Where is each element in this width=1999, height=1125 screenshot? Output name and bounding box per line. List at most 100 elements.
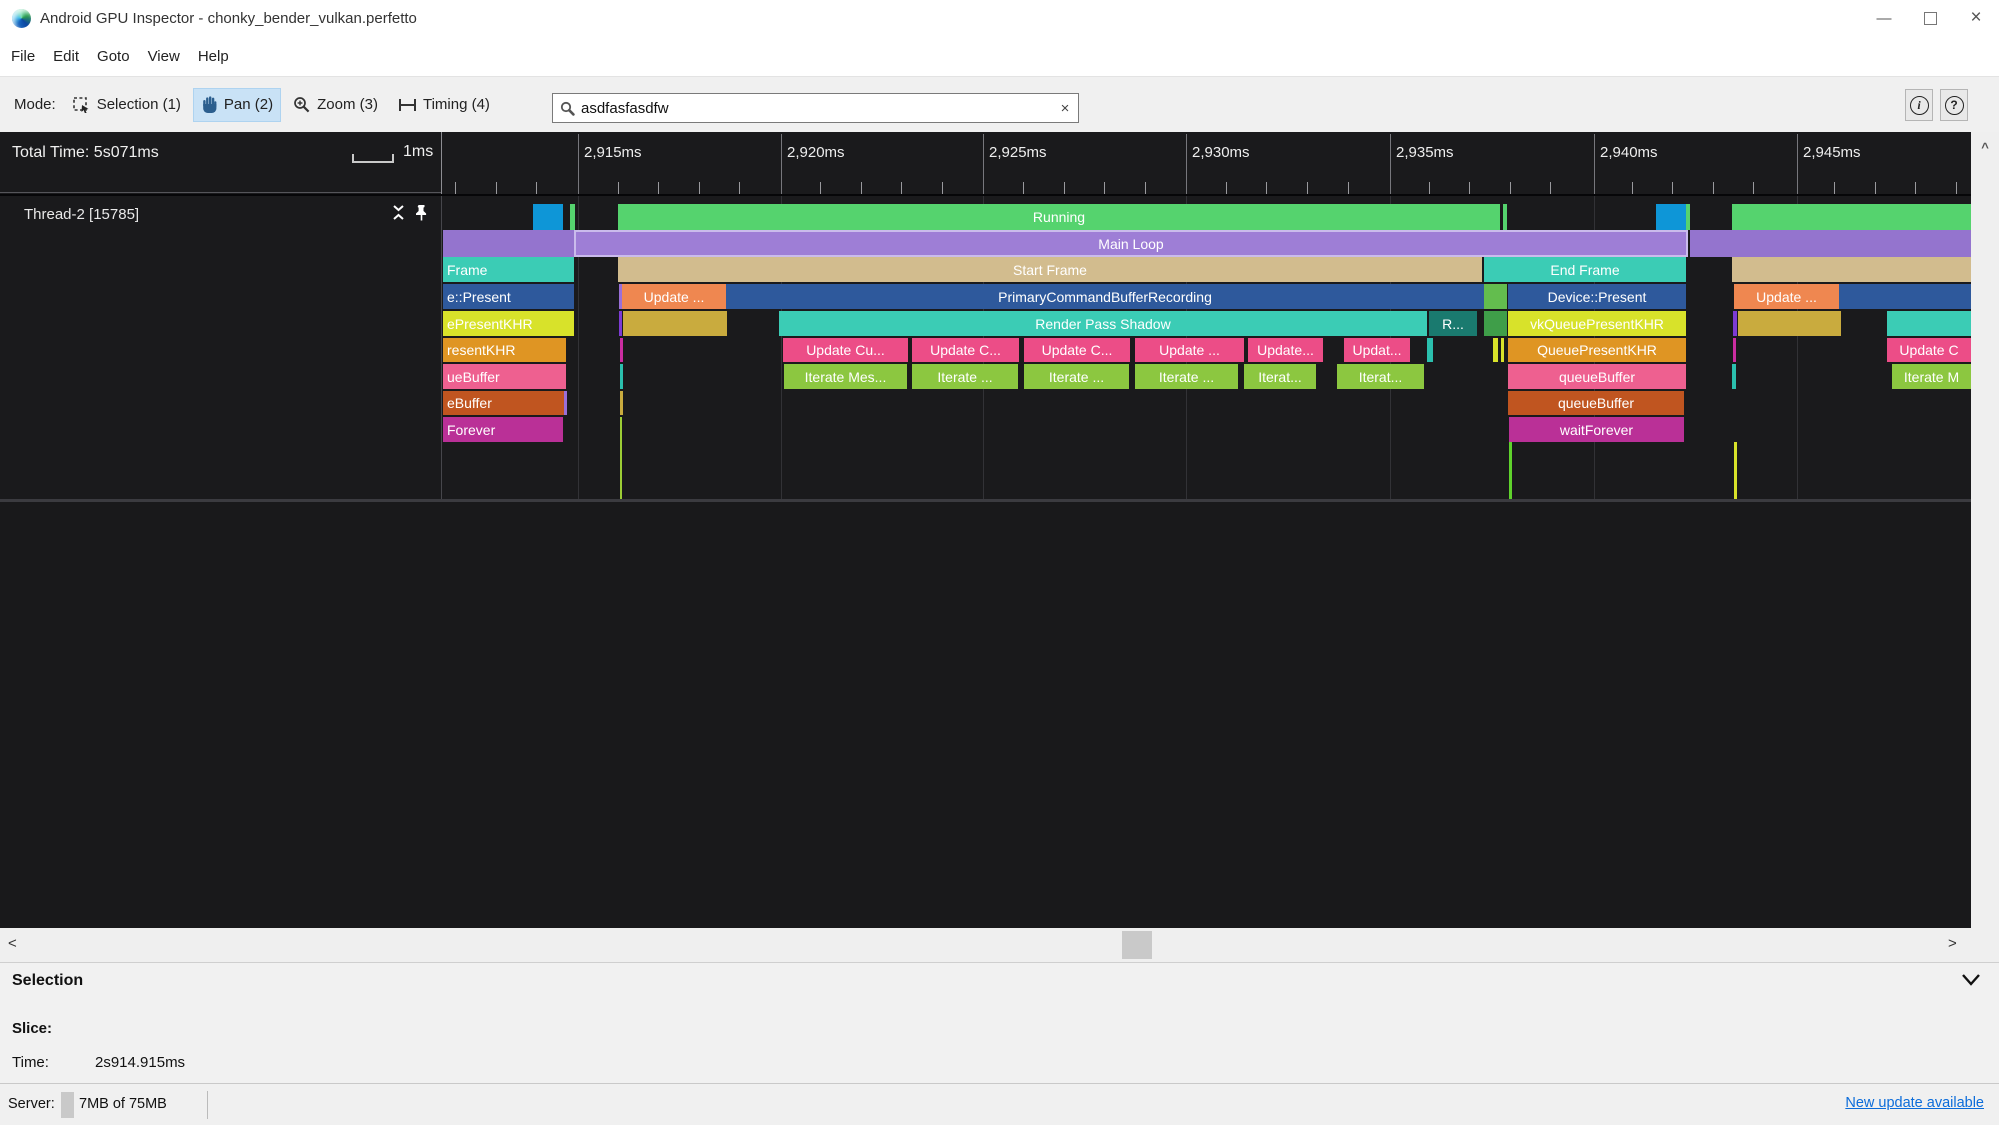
timeline-slice-iterat-[interactable]: Iterat... (1337, 364, 1424, 389)
timeline-slice[interactable] (1738, 311, 1841, 336)
timeline-slice[interactable] (619, 311, 622, 336)
mode-button-zoom[interactable]: Zoom (3) (285, 88, 386, 122)
close-button[interactable]: × (1953, 0, 1999, 36)
timeline-slice-r-[interactable]: R... (1429, 311, 1477, 336)
collapse-track-icon[interactable] (391, 204, 406, 227)
info-button[interactable]: i (1905, 89, 1933, 121)
timeline-slice-end-frame[interactable]: End Frame (1484, 257, 1686, 282)
ruler-time-label: 2,945ms (1803, 144, 1861, 161)
horizontal-scrollbar-thumb[interactable] (1122, 931, 1152, 959)
timeline-slice[interactable] (1484, 311, 1507, 336)
search-input[interactable] (581, 99, 1052, 117)
search-box[interactable]: × (552, 93, 1079, 123)
timeline-slice[interactable] (1656, 204, 1686, 230)
scroll-right-icon[interactable]: > (1948, 935, 1957, 952)
timeline-slice-update-cu-[interactable]: Update Cu... (783, 338, 908, 362)
timeline-slice[interactable] (570, 204, 575, 230)
timeline-slice[interactable] (443, 230, 574, 257)
timeline-slice-update-c-[interactable]: Update C... (912, 338, 1019, 362)
timeline-slice-thin[interactable] (620, 442, 622, 499)
timeline-slice-e-present[interactable]: e::Present (443, 284, 574, 309)
ruler-minor-tick (658, 182, 659, 194)
ruler-left-separator (0, 192, 441, 193)
timeline-slice-update-c[interactable]: Update C (1887, 338, 1971, 362)
timeline-slice-update-c-[interactable]: Update C... (1024, 338, 1130, 362)
menu-item-file[interactable]: File (2, 48, 44, 65)
timeline-slice-queuepresentkhr[interactable]: QueuePresentKHR (1508, 338, 1686, 362)
timeline-slice[interactable] (1732, 204, 1971, 230)
menu-item-goto[interactable]: Goto (88, 48, 139, 65)
timeline-slice[interactable] (1733, 338, 1736, 362)
ruler-major-line (983, 134, 984, 194)
timeline-slice[interactable] (1887, 311, 1971, 336)
timeline-slice[interactable] (623, 311, 727, 336)
timeline-slice-ebuffer[interactable]: eBuffer (443, 391, 564, 415)
menu-item-help[interactable]: Help (189, 48, 238, 65)
timeline-slice[interactable] (620, 338, 623, 362)
timeline-slice-render-pass-shadow[interactable]: Render Pass Shadow (779, 311, 1427, 336)
help-button[interactable]: ? (1940, 89, 1968, 121)
maximize-button[interactable] (1907, 0, 1953, 36)
timeline-slice-epresentkhr[interactable]: ePresentKHR (443, 311, 574, 336)
timeline-slice-device-present[interactable]: Device::Present (1508, 284, 1686, 309)
new-update-link[interactable]: New update available (1845, 1095, 1984, 1111)
timeline-slice[interactable] (1733, 311, 1737, 336)
timeline-slice[interactable] (1503, 204, 1507, 230)
timeline-slice[interactable] (1686, 204, 1690, 230)
horizontal-scrollbar[interactable]: < > (0, 928, 1999, 962)
mode-button-pan[interactable]: Pan (2) (192, 87, 282, 122)
scroll-left-icon[interactable]: < (8, 935, 17, 952)
timeline-slice-running[interactable]: Running (618, 204, 1500, 230)
timeline-slice-start-frame[interactable]: Start Frame (618, 257, 1482, 282)
timeline-slice-main-loop[interactable]: Main Loop (574, 230, 1688, 257)
collapse-panel-chevron-icon[interactable] (1961, 973, 1981, 991)
timeline-slice-iterate-[interactable]: Iterate ... (912, 364, 1018, 389)
timeline-slice[interactable] (1427, 338, 1433, 362)
timeline-slice[interactable] (620, 364, 623, 389)
timeline-slice-queuebuffer[interactable]: queueBuffer (1508, 364, 1686, 389)
timeline-slice-iterate-mes-[interactable]: Iterate Mes... (784, 364, 907, 389)
timeline-slice-primarycommandbufferrecording[interactable]: PrimaryCommandBufferRecording (726, 284, 1484, 309)
timeline-slice[interactable] (1690, 230, 1971, 257)
ruler-minor-tick (1550, 182, 1551, 194)
timeline-slice-iterate-m[interactable]: Iterate M (1892, 364, 1971, 389)
vertical-scrollbar[interactable]: ^ (1971, 132, 1999, 928)
timeline-slice-update-[interactable]: Update ... (1135, 338, 1244, 362)
mode-button-selection[interactable]: Selection (1) (64, 88, 189, 122)
timeline-slice-update-[interactable]: Update ... (1734, 284, 1839, 309)
mode-button-timing[interactable]: Timing (4) (390, 88, 498, 122)
timeline-slice-frame[interactable]: Frame (443, 257, 574, 282)
timeline-slice-iterate-[interactable]: Iterate ... (1024, 364, 1129, 389)
timeline-slice-update-[interactable]: Update ... (622, 284, 726, 309)
timeline-slice[interactable] (1732, 257, 1971, 282)
timeline-slice-update-[interactable]: Update... (1248, 338, 1323, 362)
menu-item-view[interactable]: View (139, 48, 189, 65)
timeline-slice-uebuffer[interactable]: ueBuffer (443, 364, 566, 389)
clear-search-icon[interactable]: × (1052, 100, 1078, 117)
timeline-slice-thin[interactable] (1734, 442, 1737, 499)
timeline-slice[interactable] (1732, 364, 1736, 389)
timeline-slice-queuebuffer[interactable]: queueBuffer (1508, 391, 1684, 415)
minimize-button[interactable]: — (1861, 0, 1907, 36)
timeline-slice[interactable] (564, 391, 567, 415)
timeline-slice[interactable] (1493, 338, 1498, 362)
timeline-slice[interactable] (620, 391, 623, 415)
timeline-slice[interactable] (533, 204, 563, 230)
track-name-label: Thread-2 [15785] (24, 206, 140, 223)
timeline-slice-forever[interactable]: Forever (443, 417, 563, 442)
timeline-slice[interactable] (1501, 338, 1504, 362)
timeline-slice[interactable] (1839, 284, 1971, 309)
timeline-slice-iterat-[interactable]: Iterat... (1244, 364, 1316, 389)
timeline-slice-vkqueuepresentkhr[interactable]: vkQueuePresentKHR (1508, 311, 1686, 336)
scroll-up-icon[interactable]: ^ (1981, 140, 1989, 928)
timeline-slice-updat-[interactable]: Updat... (1344, 338, 1410, 362)
timeline-slice[interactable] (620, 417, 622, 442)
timeline-slice-thin[interactable] (1509, 442, 1512, 499)
timeline-area[interactable]: 2,915ms 2,920ms 2,925ms 2,930ms 2,935ms 2,940… (0, 132, 1971, 928)
timeline-slice-iterate-[interactable]: Iterate ... (1135, 364, 1238, 389)
timeline-slice[interactable] (1484, 284, 1507, 309)
menu-item-edit[interactable]: Edit (44, 48, 88, 65)
timeline-slice-waitforever[interactable]: waitForever (1509, 417, 1684, 442)
pin-track-icon[interactable] (415, 204, 428, 227)
timeline-slice-resentkhr[interactable]: resentKHR (443, 338, 566, 362)
